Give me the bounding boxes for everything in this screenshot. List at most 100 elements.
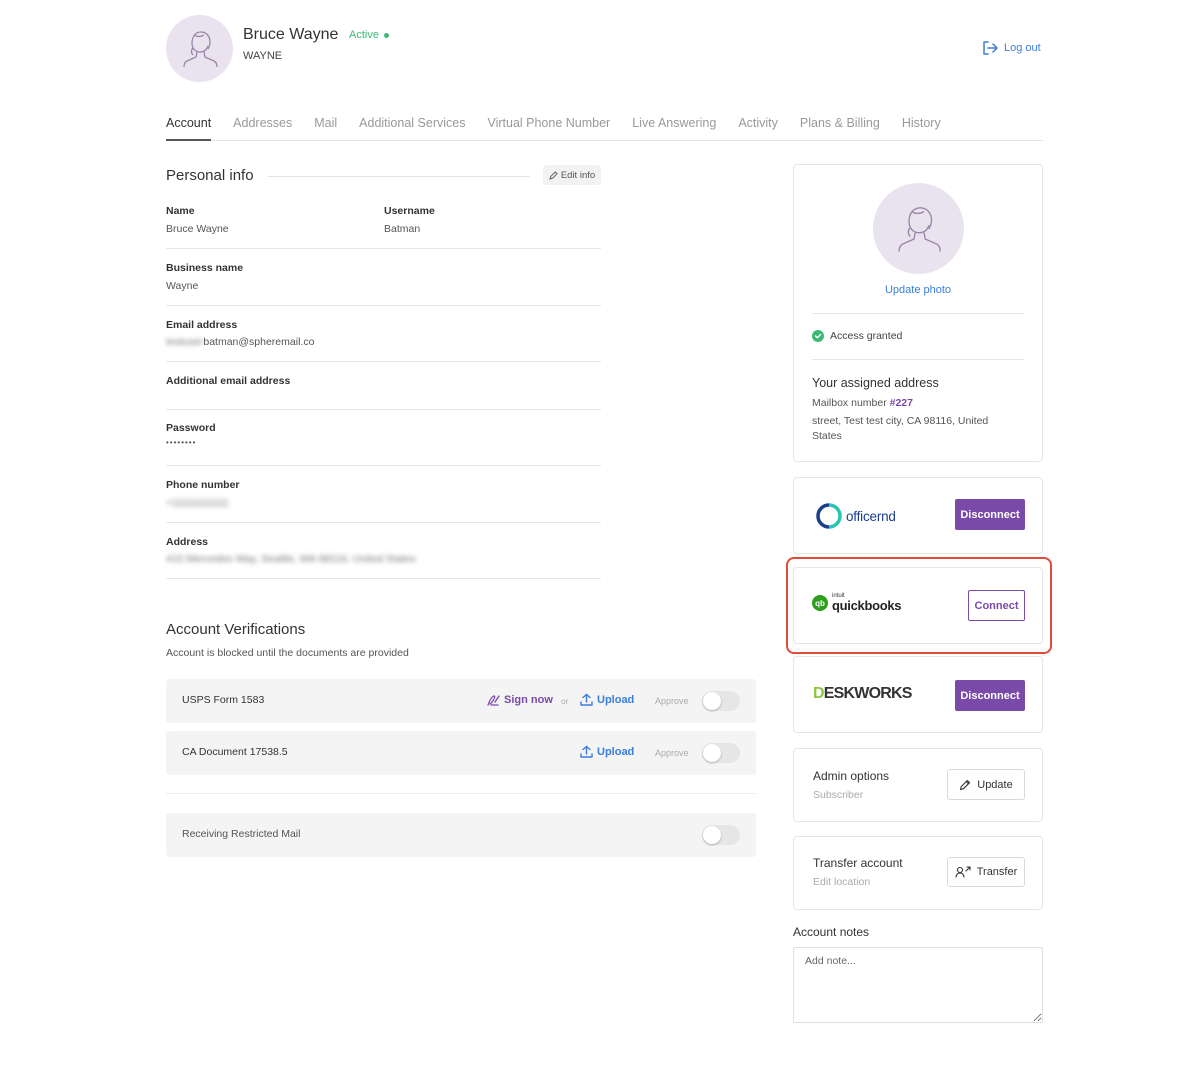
assigned-address-text: street, Test test city, CA 98116, United…: [812, 415, 989, 442]
status-badge: Active: [349, 29, 389, 41]
admin-options-subtitle: Subscriber: [813, 789, 864, 801]
deskworks-disconnect-button[interactable]: Disconnect: [955, 680, 1025, 711]
integration-card-deskworks: DESKWORKS Disconnect: [793, 656, 1043, 733]
divider: [166, 248, 601, 249]
transfer-label: Transfer: [976, 866, 1018, 878]
avatar: [166, 15, 233, 82]
verification-label: USPS Form 1583: [182, 694, 265, 706]
update-photo-link[interactable]: Update photo: [793, 284, 1043, 296]
tab-addresses[interactable]: Addresses: [233, 114, 292, 141]
divider: [166, 793, 756, 794]
username-value: Batman: [384, 223, 421, 235]
name-value: Bruce Wayne: [166, 223, 229, 235]
personal-info-title: Personal info: [166, 167, 254, 184]
edit-info-button[interactable]: Edit info: [543, 165, 601, 185]
transfer-button[interactable]: Transfer: [947, 857, 1025, 887]
password-label: Password: [166, 422, 216, 434]
address-label: Address: [166, 536, 209, 548]
upload-icon: [580, 745, 593, 758]
signature-icon: [487, 695, 500, 706]
integration-card-officernd: officernd Disconnect: [793, 477, 1043, 554]
access-text: Access granted: [830, 330, 903, 342]
sign-now-label: Sign now: [504, 694, 553, 706]
user-silhouette-icon: [182, 30, 218, 67]
logout-button[interactable]: Log out: [982, 41, 1041, 55]
approve-toggle[interactable]: [702, 743, 740, 763]
email-label: Email address: [166, 319, 238, 331]
admin-options-card: Admin options Subscriber Update: [793, 748, 1043, 822]
username-label: Username: [384, 205, 435, 217]
email-domain: batman@spheremail.co: [203, 336, 315, 348]
business-name-value: Wayne: [166, 280, 199, 292]
highlight-box: [786, 557, 1052, 654]
upload-icon: [580, 693, 593, 706]
upload-button[interactable]: Upload: [580, 745, 634, 758]
or-text: or: [561, 696, 569, 706]
verification-row-usps: USPS Form 1583 Sign now or Upload Approv…: [166, 679, 756, 723]
update-button[interactable]: Update: [947, 769, 1025, 800]
divider: [166, 465, 601, 466]
tab-live-answering[interactable]: Live Answering: [632, 114, 716, 141]
access-status: Access granted: [812, 330, 902, 342]
divider: [166, 522, 601, 523]
approve-toggle[interactable]: [702, 691, 740, 711]
divider: [166, 409, 601, 410]
officernd-logo: officernd: [814, 503, 896, 529]
sign-now-button[interactable]: Sign now: [486, 693, 553, 707]
check-circle-icon: [812, 330, 824, 342]
tab-virtual-phone-number[interactable]: Virtual Phone Number: [487, 114, 610, 141]
transfer-account-title: Transfer account: [813, 856, 903, 870]
restricted-mail-row: Receiving Restricted Mail: [166, 813, 756, 857]
tab-history[interactable]: History: [902, 114, 941, 141]
account-notes-label: Account notes: [793, 925, 870, 939]
officernd-logo-icon: [816, 503, 842, 529]
transfer-account-subtitle: Edit location: [813, 876, 871, 888]
tab-activity[interactable]: Activity: [738, 114, 778, 141]
verifications-subtitle: Account is blocked until the documents a…: [166, 647, 409, 659]
user-name: Bruce Wayne: [243, 26, 339, 43]
verification-row-ca: CA Document 17538.5 Upload Approve: [166, 731, 756, 775]
divider: [166, 578, 601, 579]
user-silhouette-icon: [897, 206, 941, 252]
tab-additional-services[interactable]: Additional Services: [359, 114, 465, 141]
restricted-mail-label: Receiving Restricted Mail: [182, 828, 301, 840]
divider: [166, 305, 601, 306]
email-redacted: testuser: [166, 336, 204, 348]
upload-label: Upload: [597, 693, 635, 706]
email-value: testuserbatman@spheremail.co: [166, 336, 314, 348]
business-name-label: Business name: [166, 262, 244, 274]
assigned-address-title: Your assigned address: [812, 376, 939, 390]
divider: [166, 361, 601, 362]
officernd-disconnect-button[interactable]: Disconnect: [955, 499, 1025, 530]
update-label: Update: [977, 778, 1013, 791]
admin-options-title: Admin options: [813, 769, 890, 783]
deskworks-wordmark: ESKWORKS: [823, 685, 913, 702]
phone-value: +11111111111: [166, 497, 229, 509]
tab-plans-billing[interactable]: Plans & Billing: [800, 114, 880, 141]
account-notes-input[interactable]: [793, 947, 1043, 1023]
status-dot-icon: [383, 32, 389, 38]
status-text: Active: [349, 29, 379, 41]
upload-label: Upload: [597, 745, 635, 758]
approve-label: Approve: [655, 748, 689, 758]
tab-bar: Account Addresses Mail Additional Servic…: [166, 114, 1043, 141]
tab-mail[interactable]: Mail: [314, 114, 337, 141]
verification-label: CA Document 17538.5: [182, 746, 288, 758]
divider: [812, 313, 1024, 314]
tab-account[interactable]: Account: [166, 114, 212, 141]
pencil-icon: [960, 779, 971, 790]
deskworks-logo: DESKWORKS: [813, 685, 912, 703]
verifications-title: Account Verifications: [166, 621, 306, 638]
approve-label: Approve: [655, 696, 689, 706]
logout-icon: [983, 41, 998, 55]
edit-info-label: Edit info: [560, 169, 596, 181]
upload-button[interactable]: Upload: [580, 693, 634, 706]
password-value: ••••••••: [166, 438, 197, 447]
user-transfer-icon: [955, 866, 971, 878]
additional-email-label: Additional email address: [166, 375, 291, 387]
restricted-mail-toggle[interactable]: [702, 825, 740, 845]
mailbox-value: #227: [889, 397, 913, 409]
profile-avatar: [873, 183, 964, 274]
divider: [268, 176, 530, 177]
officernd-wordmark: officernd: [846, 508, 896, 524]
